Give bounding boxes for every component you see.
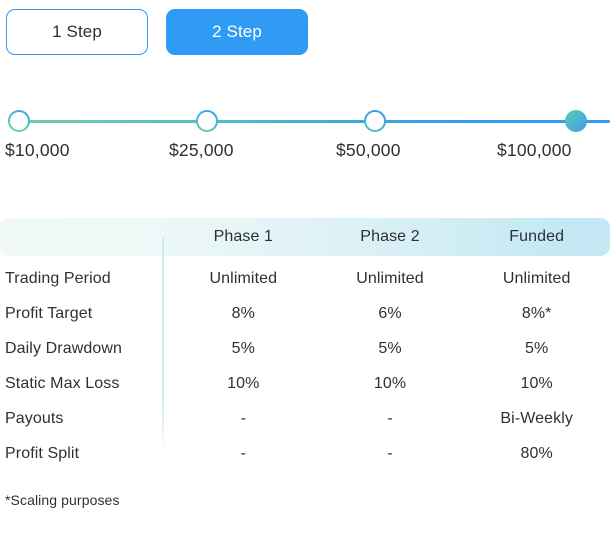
slider-track[interactable] <box>10 120 610 123</box>
cell-profit-target-funded: 8%* <box>521 304 552 322</box>
table-body: Trading Period Unlimited Unlimited Unlim… <box>0 261 610 471</box>
slider-label-50000: $50,000 <box>336 140 401 160</box>
cell-profit-target-phase-2: 6% <box>378 304 402 322</box>
tab-1-step-label: 1 Step <box>52 22 102 41</box>
table-row: Static Max Loss 10% 10% 10% <box>0 366 610 401</box>
slider-dot-100000[interactable] <box>565 110 587 132</box>
slider-label-25000: $25,000 <box>169 140 234 160</box>
table-header-funded: Funded <box>509 228 565 245</box>
tab-2-step-label: 2 Step <box>212 22 262 41</box>
table-footnote: *Scaling purposes <box>5 492 120 508</box>
cell-payouts-phase-2: - <box>387 409 393 427</box>
step-selector-tabs: 1 Step 2 Step <box>6 9 308 55</box>
table-row: Profit Split - - 80% <box>0 436 610 471</box>
cell-profit-target-phase-1: 8% <box>231 304 255 322</box>
cell-trading-period-phase-1: Unlimited <box>209 269 278 287</box>
cell-static-max-loss-funded: 10% <box>520 374 553 392</box>
table-header-phase-2: Phase 2 <box>360 228 420 245</box>
slider-dot-10000[interactable] <box>8 110 30 132</box>
cell-payouts-phase-1: - <box>240 409 247 427</box>
cell-payouts-funded: Bi-Weekly <box>500 409 573 427</box>
slider-label-10000: $10,000 <box>5 140 70 160</box>
cell-daily-drawdown-phase-2: 5% <box>378 339 402 357</box>
row-label-daily-drawdown: Daily Drawdown <box>5 339 122 357</box>
row-label-profit-split: Profit Split <box>5 444 80 462</box>
tab-2-step[interactable]: 2 Step <box>166 9 308 55</box>
cell-profit-split-phase-2: - <box>387 444 393 462</box>
table-header-phase-1: Phase 1 <box>213 228 274 245</box>
table-vertical-divider <box>162 238 164 450</box>
cell-daily-drawdown-funded: 5% <box>525 339 549 357</box>
cell-daily-drawdown-phase-1: 5% <box>231 339 255 357</box>
slider-dot-25000[interactable] <box>196 110 218 132</box>
row-label-trading-period: Trading Period <box>5 269 111 287</box>
tab-1-step[interactable]: 1 Step <box>6 9 148 55</box>
cell-trading-period-phase-2: Unlimited <box>356 269 424 287</box>
slider-label-100000: $100,000 <box>497 140 572 160</box>
row-label-profit-target: Profit Target <box>5 304 93 322</box>
table-row: Trading Period Unlimited Unlimited Unlim… <box>0 261 610 296</box>
slider-dot-50000[interactable] <box>364 110 386 132</box>
cell-profit-split-phase-1: - <box>240 444 247 462</box>
phase-comparison-table: Phase 1 Phase 2 Funded Trading Period Un… <box>0 218 610 471</box>
cell-trading-period-funded: Unlimited <box>502 269 571 287</box>
cell-static-max-loss-phase-1: 10% <box>227 374 260 392</box>
table-header-row: Phase 1 Phase 2 Funded <box>0 218 610 256</box>
account-size-slider[interactable]: $10,000 $25,000 $50,000 $100,000 <box>0 100 610 170</box>
table-row: Profit Target 8% 6% 8%* <box>0 296 610 331</box>
row-label-static-max-loss: Static Max Loss <box>5 374 120 392</box>
table-row: Payouts - - Bi-Weekly <box>0 401 610 436</box>
cell-static-max-loss-phase-2: 10% <box>373 374 407 392</box>
cell-profit-split-funded: 80% <box>520 444 553 462</box>
table-row: Daily Drawdown 5% 5% 5% <box>0 331 610 366</box>
row-label-payouts: Payouts <box>5 409 64 427</box>
